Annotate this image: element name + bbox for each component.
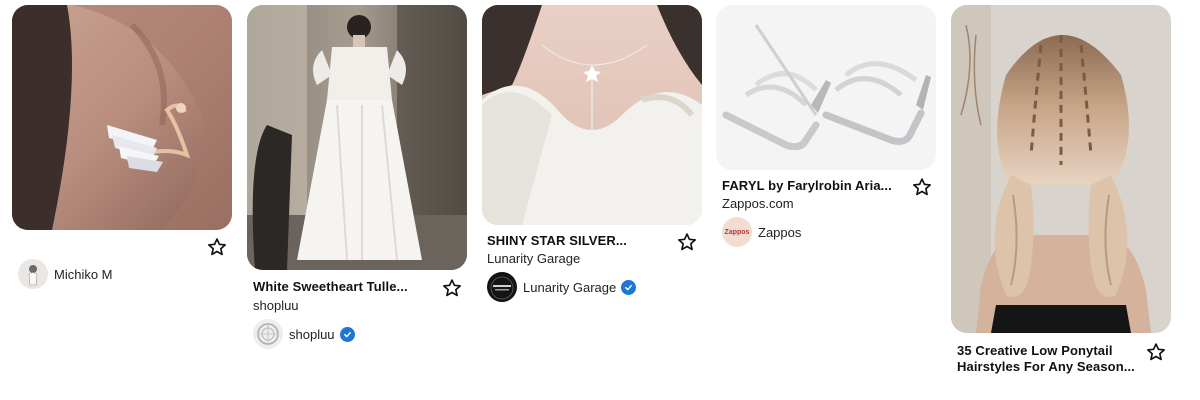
- verified-badge-icon: [339, 326, 355, 342]
- save-star-icon[interactable]: [1146, 342, 1166, 362]
- pin-title[interactable]: SHINY STAR SILVER...: [487, 233, 667, 248]
- creator-name: Lunarity Garage: [523, 279, 617, 295]
- earring-photo: [12, 5, 232, 230]
- save-star-icon[interactable]: [912, 177, 932, 197]
- avatar-logo-icon: [487, 272, 517, 302]
- creator-row[interactable]: Zappos Zappos: [722, 217, 801, 247]
- hairstyle-photo: [951, 5, 1171, 333]
- save-star-icon[interactable]: [442, 278, 462, 298]
- pin-title[interactable]: 35 Creative Low Ponytail Hairstyles For …: [957, 343, 1139, 375]
- dress-photo: [247, 5, 467, 270]
- pin-source[interactable]: shopluu: [253, 298, 299, 313]
- pin-image[interactable]: [951, 5, 1171, 333]
- pin-source[interactable]: Lunarity Garage: [487, 251, 580, 266]
- pin-image[interactable]: [12, 5, 232, 230]
- pin-image[interactable]: [482, 5, 702, 225]
- creator-row[interactable]: Michiko M: [18, 259, 113, 289]
- pin-title[interactable]: FARYL by Farylrobin Aria...: [722, 178, 902, 193]
- necklace-photo: [482, 5, 702, 225]
- save-star-icon[interactable]: [677, 232, 697, 252]
- pin-title[interactable]: White Sweetheart Tulle...: [253, 279, 433, 294]
- pin-source[interactable]: Zappos.com: [722, 196, 794, 211]
- creator-row[interactable]: Lunarity Garage: [487, 272, 637, 302]
- avatar-figure-icon: [18, 259, 48, 289]
- creator-name: Michiko M: [54, 266, 113, 282]
- verified-badge-icon: [621, 279, 637, 295]
- pin-image[interactable]: [247, 5, 467, 270]
- creator-name: Zappos: [758, 224, 802, 240]
- pin-image[interactable]: [716, 5, 936, 170]
- creator-row[interactable]: shopluu: [253, 319, 355, 349]
- avatar-lace-icon: [253, 319, 283, 349]
- save-star-icon[interactable]: [207, 237, 227, 257]
- avatar-zappos-logo-icon: Zappos: [722, 217, 752, 247]
- creator-name: shopluu: [289, 326, 335, 342]
- sandals-photo: [716, 5, 936, 170]
